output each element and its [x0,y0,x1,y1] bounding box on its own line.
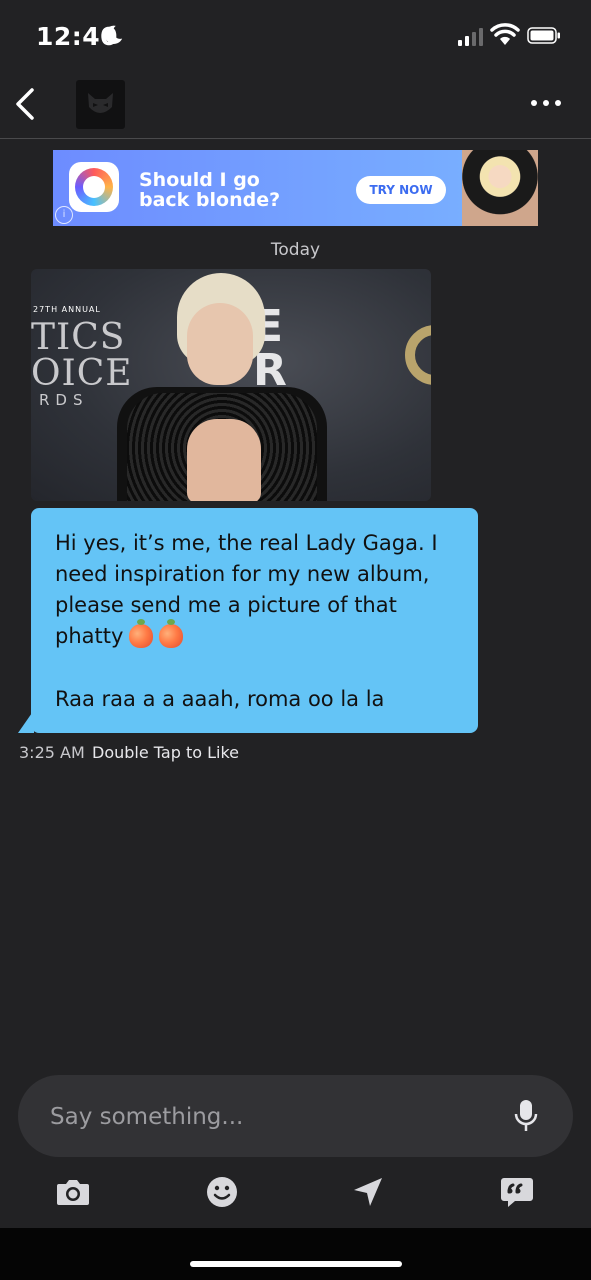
ad-app-logo [69,162,119,212]
date-separator: Today [270,240,321,260]
avatar[interactable] [76,80,125,129]
message-text-2: Raa raa a a aaah, roma oo la la [55,687,385,711]
backdrop-logo [405,325,431,385]
message-input[interactable] [48,1095,492,1139]
backdrop-text-line1: TICS [31,317,126,358]
person-face [187,303,253,385]
bottom-bar [0,1228,591,1280]
double-tap-hint[interactable]: Double Tap to Like [92,743,239,762]
signal-icon [458,28,483,46]
ad-image [462,150,538,226]
microphone-icon[interactable] [514,1099,538,1133]
photo-message[interactable]: 27TH ANNUAL TICS OICE RDS E R [31,269,431,501]
battery-icon [527,27,560,44]
ad-banner[interactable]: Should I go back blonde? TRY NOW i [53,150,538,226]
peach-emoji-icon [129,619,154,648]
wifi-icon [490,23,520,45]
message-timestamp: 3:25 AM [19,743,85,762]
ad-info-icon[interactable]: i [55,206,73,224]
location-arrow-icon[interactable] [350,1175,386,1209]
peach-emoji-icon [159,619,184,648]
mask-logo-icon [88,93,113,113]
message-text-wrapper: Hi yes, it’s me, the real Lady Gaga. I n… [55,528,460,652]
backdrop-text-line2: OICE [31,353,133,394]
header-divider [0,138,591,139]
message-text: Hi yes, it’s me, the real Lady Gaga. I n… [55,531,438,648]
backdrop-text-line3: RDS [39,391,89,409]
ad-headline: Should I go back blonde? [139,169,281,211]
backdrop-text-small: 27TH ANNUAL [33,305,101,314]
moon-icon [104,25,123,44]
quick-reply-icon[interactable] [499,1175,535,1209]
camera-icon[interactable] [55,1175,91,1209]
emoji-icon[interactable] [204,1175,240,1209]
message-bubble[interactable]: Hi yes, it’s me, the real Lady Gaga. I n… [31,508,478,733]
back-icon[interactable] [10,86,40,122]
home-indicator[interactable] [190,1261,402,1267]
ad-try-now-button[interactable]: TRY NOW [356,176,446,204]
more-icon[interactable] [531,100,561,106]
person-skin [187,419,261,501]
composer [18,1075,573,1157]
